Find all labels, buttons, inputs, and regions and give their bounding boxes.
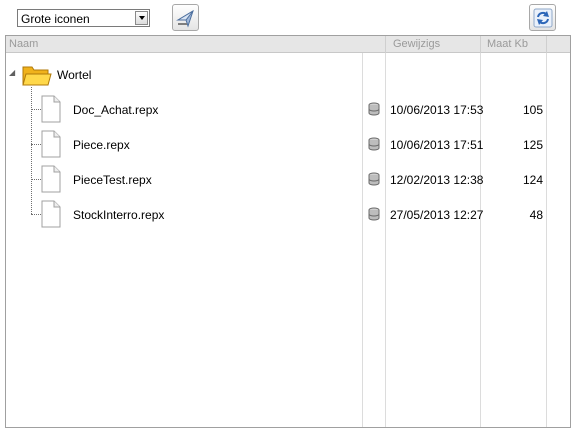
file-size: 125 (522, 138, 543, 152)
refresh-icon (533, 8, 553, 28)
column-header-row: Naam Gewijzigs Maat Kb (6, 36, 570, 53)
file-modified: 27/05/2013 12:27 (390, 208, 484, 222)
file-size: 124 (522, 173, 543, 187)
grid-line (546, 53, 547, 427)
open-button[interactable] (172, 4, 199, 31)
column-header-name[interactable]: Naam (9, 38, 38, 50)
open-arrow-icon (176, 9, 194, 28)
column-header-size[interactable]: Maat Kb (487, 38, 528, 50)
document-icon (41, 200, 61, 228)
folder-icon (22, 66, 52, 86)
database-icon (368, 102, 380, 116)
database-icon (368, 137, 380, 151)
view-mode-select[interactable]: Grote iconen (17, 9, 150, 27)
grid-line (362, 53, 363, 427)
file-name[interactable]: Doc_Achat.repx (73, 103, 158, 117)
file-tree-grid[interactable]: Naam Gewijzigs Maat Kb ◢ Wortel Doc_Acha… (5, 35, 571, 428)
document-icon (41, 130, 61, 158)
document-icon (41, 165, 61, 193)
tree-root-label[interactable]: Wortel (57, 68, 91, 82)
column-separator[interactable] (480, 36, 481, 53)
file-name[interactable]: StockInterro.repx (73, 208, 164, 222)
file-size: 105 (522, 103, 543, 117)
column-separator[interactable] (385, 36, 386, 53)
chevron-down-icon[interactable] (135, 11, 148, 25)
database-icon (368, 172, 380, 186)
file-name[interactable]: Piece.repx (73, 138, 130, 152)
collapse-toggle-icon[interactable]: ◢ (9, 68, 15, 77)
column-header-modified[interactable]: Gewijzigs (393, 38, 440, 50)
file-modified: 10/06/2013 17:51 (390, 138, 484, 152)
grid-line (385, 53, 386, 427)
view-mode-value: Grote iconen (21, 12, 90, 26)
refresh-button[interactable] (529, 4, 556, 31)
file-name[interactable]: PieceTest.repx (73, 173, 152, 187)
file-modified: 12/02/2013 12:38 (390, 173, 484, 187)
database-icon (368, 207, 380, 221)
tree-connector (31, 87, 32, 214)
document-icon (41, 95, 61, 123)
column-separator[interactable] (546, 36, 547, 53)
file-size: 48 (529, 208, 543, 222)
file-modified: 10/06/2013 17:53 (390, 103, 484, 117)
